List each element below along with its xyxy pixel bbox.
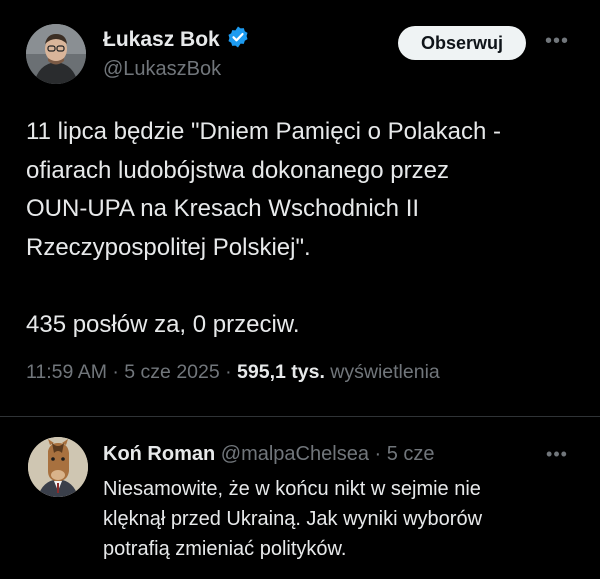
meta-separator: · — [225, 361, 232, 383]
horse-avatar-image — [28, 437, 88, 497]
reply-separator: · — [374, 443, 382, 465]
author-display-name[interactable]: Łukasz Bok — [103, 28, 220, 52]
tweet-date[interactable]: 5 cze 2025 — [124, 361, 219, 383]
reply-display-name[interactable]: Koń Roman — [103, 443, 215, 465]
verified-badge-icon — [226, 25, 250, 54]
reply-avatar[interactable] — [28, 437, 88, 497]
author-name-row[interactable]: Łukasz Bok — [103, 25, 250, 54]
meta-separator: · — [112, 361, 119, 383]
tweet-time[interactable]: 11:59 AM — [26, 361, 107, 383]
views-count[interactable]: 595,1 tys. — [237, 361, 325, 383]
reply-handle[interactable]: @malpaChelsea — [221, 443, 369, 465]
reply-text: Niesamowite, że w końcu nikt w sejmie ni… — [103, 478, 483, 560]
author-photo — [26, 24, 86, 84]
follow-button[interactable]: Obserwuj — [398, 26, 526, 60]
reply-header: Koń Roman @malpaChelsea · 5 cze — [103, 443, 435, 466]
divider — [0, 416, 600, 417]
tweet-text: 11 lipca będzie "Dniem Pamięci o Polakac… — [26, 118, 501, 338]
tweet-meta: 11:59 AM · 5 cze 2025 · 595,1 tys. wyświ… — [26, 361, 440, 384]
views-label: wyświetlenia — [330, 361, 440, 383]
author-avatar[interactable] — [26, 24, 86, 84]
more-dots-icon[interactable]: ••• — [542, 30, 572, 52]
more-dots-icon[interactable]: ••• — [542, 443, 572, 465]
author-handle[interactable]: @LukaszBok — [103, 58, 221, 81]
reply-date[interactable]: 5 cze — [387, 443, 435, 465]
